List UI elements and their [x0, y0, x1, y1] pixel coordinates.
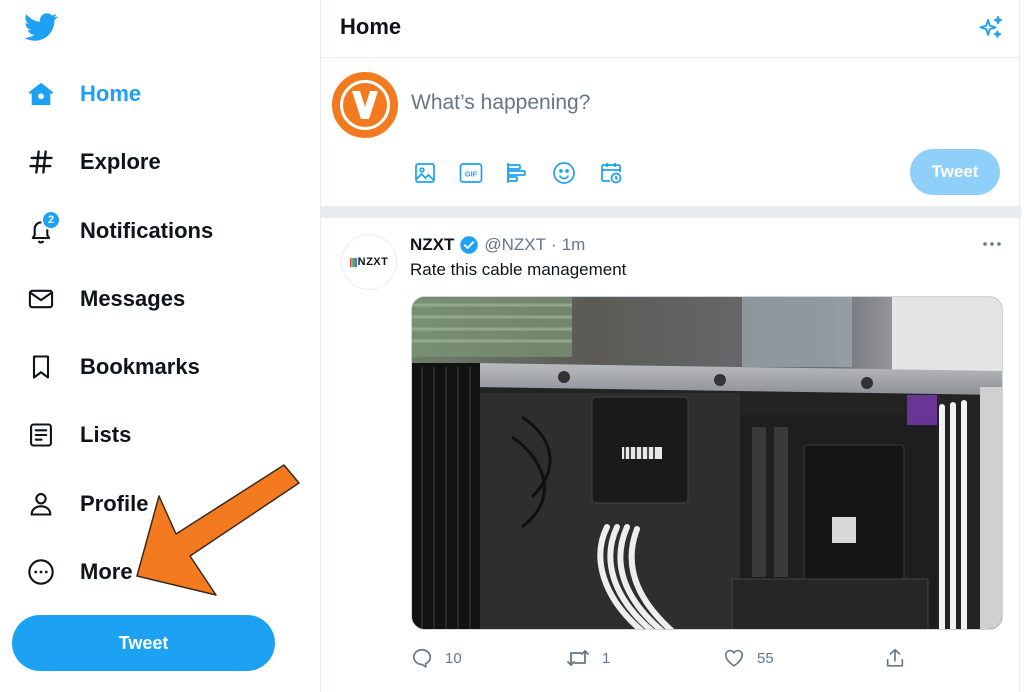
annotation-arrow [136, 464, 300, 596]
